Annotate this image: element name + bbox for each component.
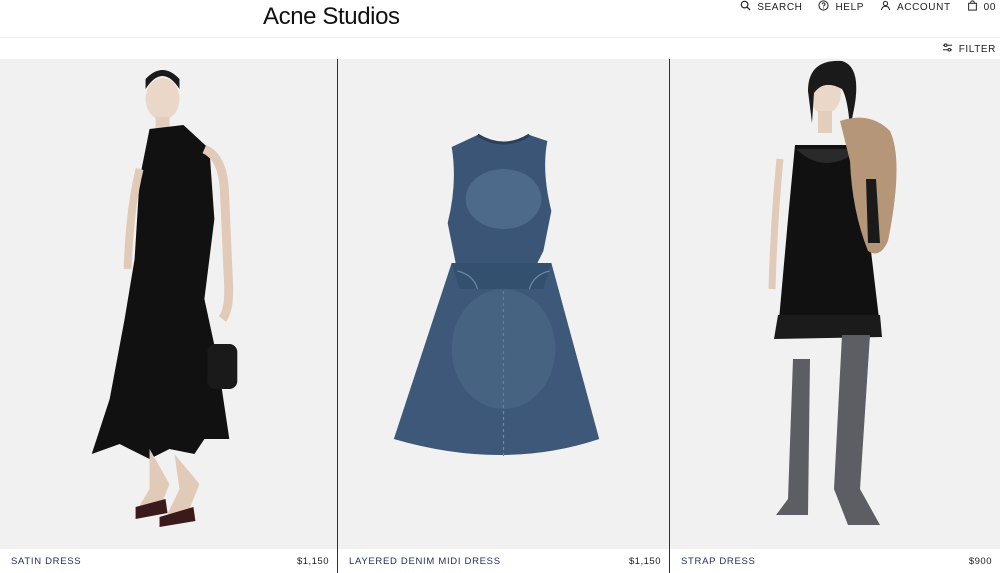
help-label: HELP [835,1,865,13]
search-button[interactable]: SEARCH [740,0,802,14]
product-caption: SATIN DRESS $1,150 [0,549,337,573]
product-card[interactable]: STRAP DRESS $900 [670,59,1000,573]
filter-label: FILTER [958,43,996,55]
product-caption: LAYERED DENIM MIDI DRESS $1,150 [338,549,669,573]
product-image[interactable] [338,59,669,549]
product-name[interactable]: SATIN DRESS [11,556,81,567]
cart-count: 00 [983,1,996,13]
search-label: SEARCH [757,1,803,13]
account-icon [880,0,891,14]
filter-button[interactable]: FILTER [942,42,996,56]
product-price: $900 [968,555,992,567]
product-grid: SATIN DRESS $1,150 LAYERED DENIM MIDI DR… [0,59,1000,573]
filter-icon [942,42,953,56]
product-image[interactable] [0,59,337,549]
product-price: $1,150 [296,555,329,567]
bag-icon [967,0,978,14]
account-button[interactable]: ACCOUNT [880,0,951,14]
account-label: ACCOUNT [897,1,951,13]
help-icon [818,0,830,14]
product-name[interactable]: LAYERED DENIM MIDI DRESS [349,556,501,567]
header-nav: SEARCH HELP ACCOUNT 00 [724,0,1000,14]
cart-button[interactable]: 00 [967,0,996,14]
filter-bar: FILTER [0,38,1000,59]
brand-logo[interactable]: Acne Studios [263,3,400,31]
product-image[interactable] [670,59,1000,549]
product-price: $1,150 [628,555,661,567]
product-name[interactable]: STRAP DRESS [681,556,756,567]
product-card[interactable]: SATIN DRESS $1,150 [0,59,338,573]
site-header: Acne Studios SEARCH HELP ACCOUNT 00 [0,0,1000,38]
product-caption: STRAP DRESS $900 [670,549,1000,573]
product-card[interactable]: LAYERED DENIM MIDI DRESS $1,150 [338,59,670,573]
help-button[interactable]: HELP [818,0,864,14]
search-icon [740,0,751,14]
